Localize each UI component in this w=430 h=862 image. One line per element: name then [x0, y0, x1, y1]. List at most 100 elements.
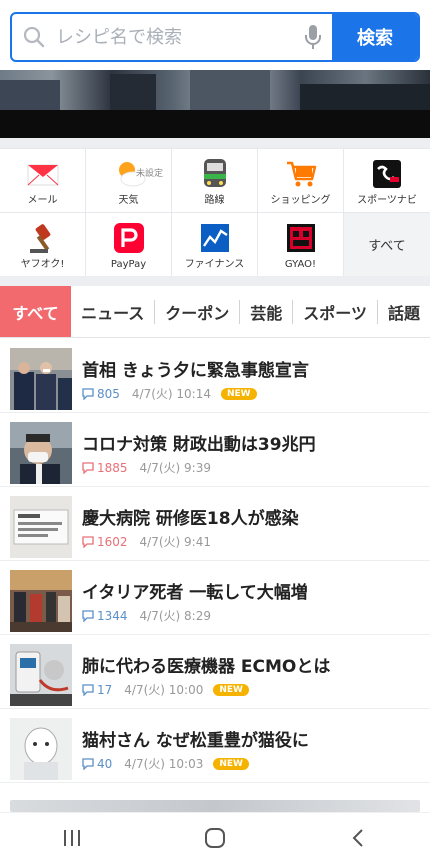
news-time: 4/7(火) 8:29	[139, 609, 211, 623]
home-icon	[204, 827, 225, 848]
back-icon	[352, 828, 364, 847]
news-item[interactable]: イタリア死者 一転して大幅増 1344 4/7(火) 8:29	[0, 561, 430, 635]
service-label: 路線	[204, 195, 225, 206]
next-item-preview[interactable]	[10, 800, 420, 812]
service-label: GYAO!	[284, 259, 317, 270]
news-thumbnail	[10, 644, 72, 706]
search-input[interactable]	[56, 14, 294, 60]
news-time: 4/7(火) 9:39	[139, 461, 211, 475]
new-badge: NEW	[213, 757, 249, 770]
comment-icon	[82, 387, 94, 400]
service-label: ヤフオク!	[20, 259, 65, 270]
news-item[interactable]: 肺に代わる医療機器 ECMOとは 17 4/7(火) 10:00 NEW	[0, 635, 430, 709]
search-box: 検索	[10, 12, 420, 62]
microphone-icon[interactable]	[294, 14, 332, 60]
news-item[interactable]: 慶大病院 研修医18人が感染 1602 4/7(火) 9:41	[0, 487, 430, 561]
sportsnavi-icon	[373, 160, 401, 188]
news-thumbnail	[10, 348, 72, 410]
search-button[interactable]: 検索	[332, 14, 418, 60]
mail-icon	[27, 164, 58, 186]
search-header: 検索	[0, 0, 430, 70]
service-auction[interactable]: ヤフオク!	[0, 213, 86, 277]
comment-count: 17	[97, 682, 113, 697]
system-nav-bar	[0, 812, 430, 862]
service-weather[interactable]: 未設定 天気	[86, 149, 172, 213]
new-badge: NEW	[220, 387, 257, 400]
news-item[interactable]: コロナ対策 財政出動は39兆円 1885 4/7(火) 9:39	[0, 413, 430, 487]
service-finance[interactable]: ファイナンス	[172, 213, 258, 277]
comment-icon	[82, 757, 94, 770]
recent-apps-icon	[63, 829, 80, 846]
comment-count: 40	[97, 756, 113, 771]
news-thumbnail	[10, 718, 72, 780]
search-icon	[12, 14, 56, 60]
new-badge: NEW	[213, 683, 249, 696]
news-thumbnail	[10, 422, 72, 484]
service-all-button[interactable]: すべて	[344, 213, 430, 277]
news-meta: 805 4/7(火) 10:14 NEW	[82, 385, 257, 402]
news-headline: コロナ対策 財政出動は39兆円	[82, 435, 316, 455]
weather-unset-text: 未設定	[136, 169, 164, 179]
service-paypay[interactable]: PayPay	[86, 213, 172, 277]
news-list: 首相 きょう夕に緊急事態宣言 805 4/7(火) 10:14 NEW コロナ対…	[0, 339, 430, 783]
banner-image	[0, 70, 430, 110]
service-label: PayPay	[110, 259, 147, 270]
divider	[0, 276, 430, 286]
service-mail[interactable]: メール	[0, 149, 86, 213]
news-item[interactable]: 首相 きょう夕に緊急事態宣言 805 4/7(火) 10:14 NEW	[0, 339, 430, 413]
service-grid: メール 未設定 天気 路線 ショッピング スポーツナビ ヤフオク! PayPay	[0, 148, 430, 277]
back-button[interactable]	[328, 818, 388, 858]
home-button[interactable]	[185, 818, 245, 858]
news-thumbnail	[10, 496, 72, 558]
top-banner[interactable]	[0, 70, 430, 138]
service-label: ショッピング	[270, 195, 331, 206]
news-headline: 猫村さん なぜ松重豊が猫役に	[82, 731, 309, 751]
news-time: 4/7(火) 10:03	[124, 757, 204, 771]
tab-entertainment[interactable]: 芸能	[240, 286, 292, 337]
news-headline: イタリア死者 一転して大幅増	[82, 583, 308, 603]
news-meta: 1885 4/7(火) 9:39	[82, 459, 211, 476]
service-label: すべて	[368, 239, 406, 254]
comment-icon	[82, 535, 94, 548]
train-icon	[203, 159, 226, 187]
news-time: 4/7(火) 10:00	[124, 683, 204, 697]
service-train[interactable]: 路線	[172, 149, 258, 213]
news-headline: 慶大病院 研修医18人が感染	[82, 509, 299, 529]
category-tabs: すべて ニュース クーポン 芸能 スポーツ 話題	[0, 286, 430, 338]
tab-all[interactable]: すべて	[0, 286, 72, 337]
comment-count: 1602	[97, 534, 128, 549]
comment-count: 1344	[97, 608, 128, 623]
divider	[0, 138, 430, 148]
news-time: 4/7(火) 9:41	[139, 535, 211, 549]
tab-coupon[interactable]: クーポン	[155, 286, 239, 337]
news-headline: 肺に代わる医療機器 ECMOとは	[82, 657, 331, 677]
paypay-icon	[113, 223, 144, 253]
tab-news[interactable]: ニュース	[71, 286, 154, 337]
news-headline: 首相 きょう夕に緊急事態宣言	[82, 361, 309, 381]
comment-icon	[82, 609, 94, 622]
news-meta: 1602 4/7(火) 9:41	[82, 533, 211, 550]
service-gyao[interactable]: GYAO!	[258, 213, 344, 277]
comment-icon	[82, 461, 94, 474]
recent-apps-button[interactable]	[42, 818, 102, 858]
shopping-cart-icon	[286, 161, 316, 187]
news-meta: 40 4/7(火) 10:03 NEW	[82, 755, 249, 772]
comment-count: 1885	[97, 460, 128, 475]
service-label: 天気	[118, 195, 139, 206]
service-label: スポーツナビ	[357, 195, 417, 206]
comment-icon	[82, 683, 94, 696]
tab-topics[interactable]: 話題	[378, 286, 430, 337]
news-thumbnail	[10, 570, 72, 632]
yahoo-top-page: 検索 メール 未設定 天気 路線 ショッピング スポーツナビ	[0, 0, 430, 862]
news-meta: 17 4/7(火) 10:00 NEW	[82, 681, 249, 698]
service-sportsnavi[interactable]: スポーツナビ	[344, 149, 430, 213]
gyao-icon	[286, 224, 315, 252]
tab-sports[interactable]: スポーツ	[293, 286, 377, 337]
service-label: ファイナンス	[184, 259, 245, 270]
comment-count: 805	[97, 386, 120, 401]
news-item[interactable]: 猫村さん なぜ松重豊が猫役に 40 4/7(火) 10:03 NEW	[0, 709, 430, 783]
news-time: 4/7(火) 10:14	[131, 387, 211, 401]
auction-gavel-icon	[29, 224, 50, 253]
service-label: メール	[27, 195, 58, 206]
service-shopping[interactable]: ショッピング	[258, 149, 344, 213]
